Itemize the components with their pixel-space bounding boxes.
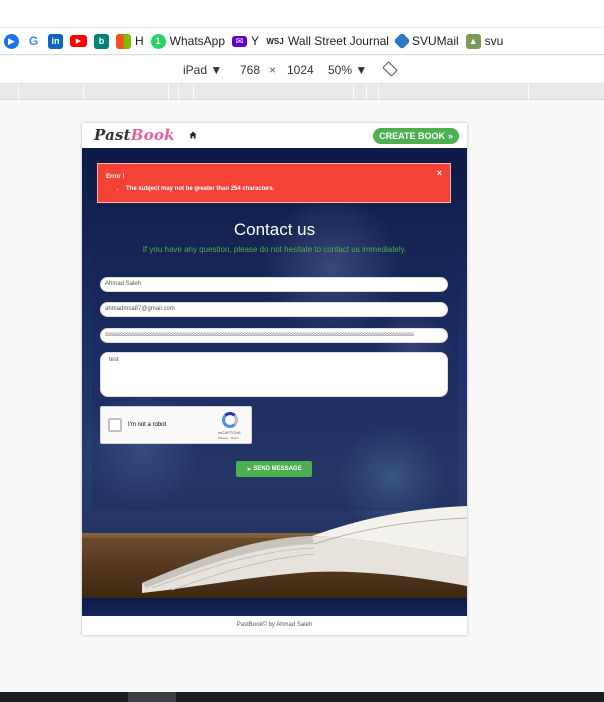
zoom-select-label: 50% — [328, 63, 353, 77]
site-footer: PastBook© by Ahmad Saleh — [82, 616, 467, 635]
device-height-input[interactable]: 1024 — [287, 63, 314, 77]
message-textarea[interactable]: test — [100, 352, 448, 397]
bookmark-linkedin[interactable]: in — [48, 33, 63, 49]
email-field[interactable]: ahmadmsa87@gmail.com — [100, 302, 448, 317]
recaptcha-terms-link[interactable]: Privacy - Terms — [218, 436, 239, 440]
bookmark-youtube[interactable]: ▶ — [70, 35, 87, 47]
bookmark-yahoo-label: Y — [251, 34, 260, 48]
create-book-label: CREATE BOOK — [379, 131, 445, 141]
bookmark-svumail-label: SVUMail — [411, 34, 459, 48]
double-chevron-right-icon: » — [447, 131, 453, 141]
error-alert-title: Error ! — [106, 174, 125, 180]
logo-book: Book — [130, 126, 175, 144]
error-list: The subject may not be greater than 254 … — [106, 186, 442, 192]
bookmark-whatsapp-label: WhatsApp — [169, 34, 226, 48]
chevron-down-icon: ▼ — [355, 63, 368, 77]
rotate-icon[interactable] — [382, 61, 398, 80]
svu-icon: ▲ — [465, 33, 481, 49]
bookmark-apps[interactable]: ▶ — [4, 33, 19, 49]
chevron-down-icon: ▼ — [210, 63, 223, 77]
paper-plane-icon: ➤ — [246, 466, 252, 473]
bookmarks-bar: ▶ G in ▶ b H 1 WhatsApp ✉ Y WSJ Wall Str… — [0, 28, 604, 55]
open-book-image — [142, 506, 467, 593]
device-select[interactable]: iPad ▼ — [183, 63, 222, 77]
home-icon — [189, 131, 197, 138]
bookmark-whatsapp[interactable]: 1 WhatsApp — [150, 33, 226, 49]
zoom-select[interactable]: 50% ▼ — [328, 63, 367, 77]
site-navbar: PastBook CREATE BOOK » — [82, 123, 467, 148]
bookmark-svu-label: svu — [484, 34, 504, 48]
bottom-background — [82, 598, 467, 616]
close-icon[interactable]: × — [437, 168, 442, 178]
send-message-button[interactable]: ➤ SEND MESSAGE — [236, 461, 312, 477]
book-illustration — [82, 488, 467, 598]
wsj-icon: WSJ — [266, 33, 285, 49]
devtools-bottom-bar — [0, 692, 604, 702]
bookmark-svumail[interactable]: SVUMail — [393, 32, 459, 50]
send-message-label: SEND MESSAGE — [253, 466, 302, 472]
yahoo-mail-icon: ✉ — [232, 35, 248, 47]
bookmark-wsj[interactable]: WSJ Wall Street Journal — [266, 33, 389, 49]
recaptcha-brand: reCAPTCHA — [218, 430, 241, 435]
microsoft-icon — [116, 33, 131, 49]
google-icon: G — [26, 33, 41, 49]
bookmark-wsj-label: Wall Street Journal — [288, 34, 389, 48]
device-screen: PastBook CREATE BOOK » Error ! The subje… — [82, 123, 467, 635]
device-toolbar: iPad ▼ 768 × 1024 50% ▼ — [0, 56, 604, 84]
site-logo[interactable]: PastBook — [94, 126, 175, 144]
recaptcha-label: I'm not a robot — [128, 422, 167, 428]
logo-past: Past — [94, 126, 131, 144]
svumail-icon — [393, 32, 411, 50]
device-select-label: iPad — [183, 63, 208, 77]
linkedin-icon: in — [48, 33, 63, 49]
name-field[interactable]: Ahmad Saleh — [100, 277, 448, 292]
hero-background: Error ! The subject may not be greater t… — [82, 148, 467, 616]
dimension-separator: × — [269, 63, 277, 77]
browser-top-strip — [0, 0, 604, 28]
recaptcha-widget: I'm not a robot reCAPTCHA Privacy - Term… — [100, 406, 252, 444]
bookmark-h-label: H — [135, 34, 144, 48]
whatsapp-icon: 1 — [150, 33, 166, 49]
error-item: The subject may not be greater than 254 … — [126, 186, 442, 192]
media-query-ruler — [0, 84, 604, 100]
bookmark-svu[interactable]: ▲ svu — [465, 33, 504, 49]
bing-icon: b — [94, 33, 109, 49]
bookmark-google[interactable]: G — [26, 33, 41, 49]
recaptcha-checkbox[interactable] — [108, 418, 122, 432]
bookmark-bing[interactable]: b — [94, 33, 109, 49]
subject-field[interactable]: ssssssssssssssssssssssssssssssssssssssss… — [100, 328, 448, 343]
device-width-input[interactable]: 768 — [240, 63, 260, 77]
youtube-icon: ▶ — [70, 35, 87, 47]
chrome-apps-icon: ▶ — [4, 33, 19, 49]
contact-subtitle: If you have any question, please do not … — [142, 245, 407, 254]
home-nav-link[interactable] — [177, 123, 209, 148]
create-book-button[interactable]: CREATE BOOK » — [373, 128, 459, 144]
contact-title: Contact us — [233, 220, 316, 239]
devtools-tab[interactable] — [128, 692, 176, 702]
recaptcha-logo-icon — [222, 412, 238, 428]
bookmark-h[interactable]: H — [116, 33, 144, 49]
bookmark-yahoo[interactable]: ✉ Y — [232, 34, 259, 48]
error-alert: Error ! The subject may not be greater t… — [97, 163, 451, 203]
